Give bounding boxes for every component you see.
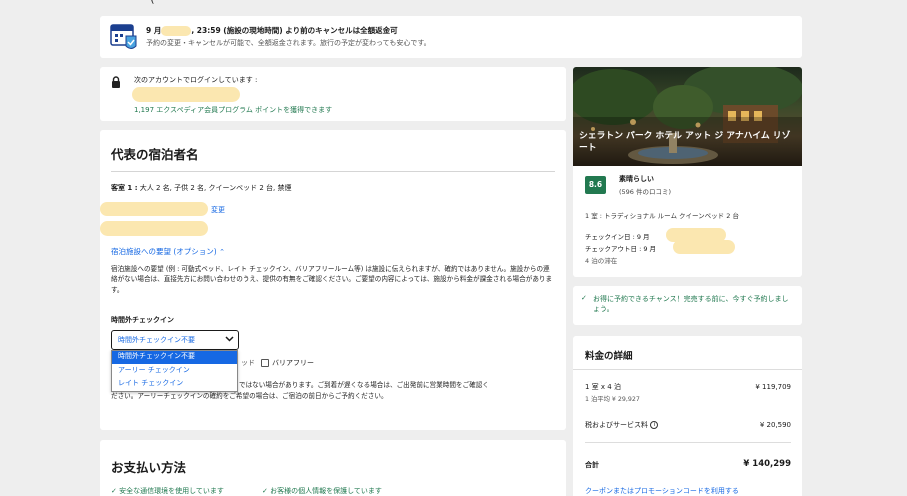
request-note: 宿泊施設への要望 (例 : 可動式ベッド、レイト チェックイン、バリアフリールー…	[111, 265, 553, 294]
partial-checkbox-label: ッド	[241, 359, 255, 367]
redacted-date	[161, 26, 192, 36]
total-value: ¥ 140,299	[743, 459, 791, 469]
check-icon: ✓	[111, 487, 117, 495]
chevron-up-icon: ⌃	[219, 248, 226, 256]
promo-card: ✓ お得に予約できるチャンス！完売する前に、今すぐ予約しましょう。	[573, 286, 802, 325]
coupon-link[interactable]: クーポンまたはプロモーションコードを利用する	[585, 486, 739, 496]
select-value: 時間外チェックイン不要	[118, 336, 195, 344]
redacted-checkout	[673, 240, 735, 254]
redacted-phone	[100, 221, 208, 236]
hotel-name: シェラトン パーク ホテル アット ジ アナハイム リゾート	[579, 131, 791, 153]
redacted-account	[132, 87, 240, 102]
note2-line2: ださい。アーリーチェックインの確約をご希望の場合は、ご宿泊の前日からご予約くださ…	[111, 392, 388, 400]
request-toggle[interactable]: 宿泊施設への要望 (オプション) ⌃	[111, 246, 225, 257]
payment-title: お支払い方法	[111, 460, 187, 475]
dropdown-option-early[interactable]: アーリー チェックイン	[112, 365, 237, 378]
checkin-dropdown: 時間外チェックイン不要 アーリー チェックイン レイト チェックイン	[111, 350, 238, 392]
barrier-free-checkbox[interactable]	[261, 359, 269, 367]
lock-icon	[111, 76, 121, 88]
checkin-select[interactable]: 時間外チェックイン不要	[111, 330, 239, 350]
price-title: 料金の詳細	[585, 351, 633, 362]
cancellation-card: 9 月 , 23:59 (施設の現地時間) より前のキャンセルは全額返金可 予約の…	[100, 16, 802, 58]
dropdown-option-none[interactable]: 時間外チェックイン不要	[112, 351, 237, 364]
info-icon[interactable]: i	[650, 421, 659, 429]
chevron-down-icon	[225, 336, 234, 342]
tax-label: 税およびサービス料	[585, 421, 648, 429]
check-icon: ✓	[262, 487, 268, 495]
barrier-free-label: バリアフリー	[272, 359, 314, 367]
cut-header: (	[150, 0, 400, 5]
nights: 4 泊の滞在	[585, 257, 618, 265]
rating-score: 8.6	[588, 180, 603, 189]
login-label: 次のアカウントでログインしています :	[134, 76, 258, 84]
dropdown-option-late[interactable]: レイト チェックイン	[112, 378, 237, 391]
guest-title: 代表の宿泊者名	[111, 147, 199, 162]
guest-card: 代表の宿泊者名 客室 1 : 大人 2 名, 子供 2 名, クイーンベッド 2…	[100, 130, 566, 430]
room-description: 大人 2 名, 子供 2 名, クイーンベッド 2 台, 禁煙	[137, 184, 292, 192]
change-link[interactable]: 変更	[211, 205, 225, 215]
rating-word: 素晴らしい	[619, 175, 654, 183]
cancel-heading: , 23:59 (施設の現地時間) より前のキャンセルは全額返金可	[191, 26, 398, 35]
promo-text: お得に予約できるチャンス！完売する前に、今すぐ予約しましょう。	[593, 295, 789, 313]
checkin-date: チェックイン日 : 9 月	[585, 233, 650, 241]
privacy-badge: お客様の個人情報を保護しています	[270, 487, 382, 495]
room-label: 客室 1 :	[111, 184, 138, 192]
secure-badge: 安全な通信環境を使用しています	[119, 487, 224, 495]
review-count: (596 件のロコミ)	[619, 188, 672, 196]
check-icon: ✓	[581, 294, 587, 302]
calendar-check-icon	[110, 22, 138, 52]
tax-value: ¥ 20,590	[759, 421, 791, 429]
checkout-date: チェックアウト日 : 9 月	[585, 245, 657, 253]
login-card: 次のアカウントでログインしています : 1,197 エクスペディア会員プログラム…	[100, 67, 566, 121]
total-label: 合計	[585, 461, 599, 469]
hotel-card: シェラトン パーク ホテル アット ジ アナハイム リゾート 8.6 素晴らしい…	[573, 67, 802, 277]
avg-per-night: 1 泊平均 ¥ 29,927	[585, 396, 640, 403]
cancel-subtext: 予約の変更・キャンセルが可能で、全額返金されます。旅行の予定が変わっても安心です…	[146, 39, 431, 47]
redacted-name	[100, 202, 208, 216]
points-text: 1,197 エクスペディア会員プログラム ポイントを獲得できます	[134, 106, 333, 114]
request-toggle-label: 宿泊施設への要望 (オプション)	[111, 247, 217, 256]
room-summary: 1 室 : トラディショナル ルーム クイーンベッド 2 台	[585, 212, 739, 220]
divider	[573, 369, 802, 370]
divider	[585, 442, 791, 443]
payment-card: お支払い方法 ✓ 安全な通信環境を使用しています ✓ お客様の個人情報を保護して…	[100, 440, 566, 496]
divider	[111, 171, 555, 172]
hotel-photo: シェラトン パーク ホテル アット ジ アナハイム リゾート	[573, 67, 802, 166]
checkin-label: 時間外チェックイン	[111, 316, 174, 324]
rooms-label: 1 室 x 4 泊	[585, 383, 621, 391]
price-card: 料金の詳細 1 室 x 4 泊 ¥ 119,709 1 泊平均 ¥ 29,927…	[573, 336, 802, 496]
rooms-value: ¥ 119,709	[755, 383, 791, 391]
rating-badge: 8.6	[585, 176, 606, 194]
cancel-heading-prefix: 9 月	[146, 26, 162, 35]
